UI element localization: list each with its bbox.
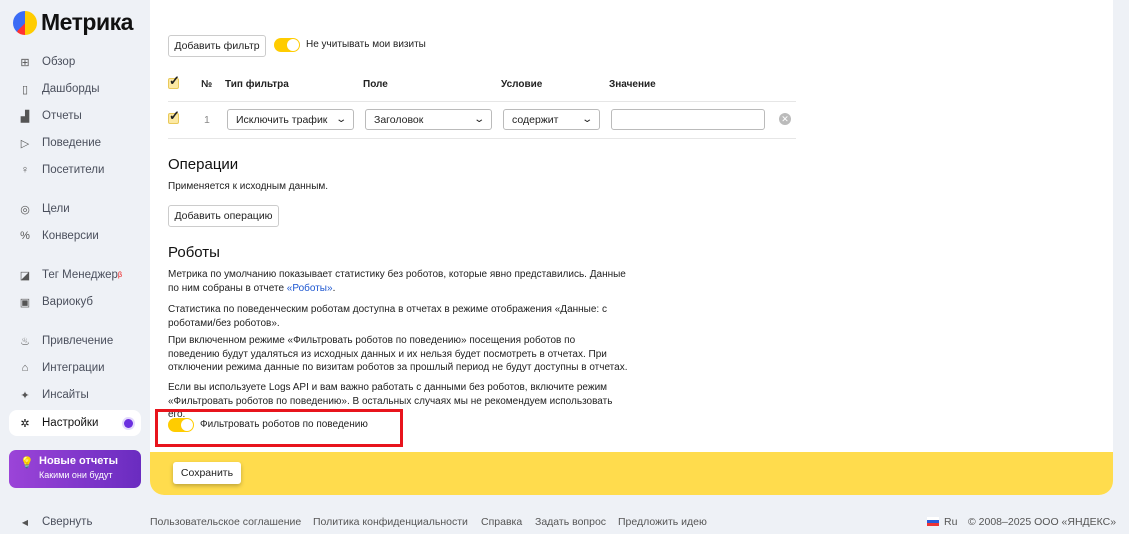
condition-value: содержит <box>512 113 559 126</box>
caret-left-icon: ◀ <box>21 517 29 527</box>
bar-chart-icon: ▟ <box>20 110 30 123</box>
chevron-down-icon: ⌄ <box>334 114 347 125</box>
logo-text: Метрика <box>41 9 133 35</box>
column-header-num: № <box>201 79 213 90</box>
robots-report-link[interactable]: «Роботы» <box>287 283 333 294</box>
column-header-field: Поле <box>363 79 388 90</box>
filter-robots-toggle[interactable] <box>168 418 194 432</box>
column-header-type: Тип фильтра <box>225 79 289 90</box>
sidebar-item-label: Дашборды <box>42 83 100 95</box>
sidebar-item-label: Посетители <box>42 164 105 176</box>
sidebar-item-label: Вариокуб <box>42 296 93 308</box>
metrika-logo-icon <box>13 10 37 35</box>
ignore-my-visits-label: Не учитывать мои визиты <box>306 39 426 50</box>
sidebar-item-conversions[interactable]: % Конверсии <box>9 224 141 248</box>
sidebar-item-integrations[interactable]: ⌂ Интеграции <box>9 356 141 380</box>
sidebar-item-reports[interactable]: ▟ Отчеты <box>9 104 141 128</box>
lightbulb-icon: 💡 <box>20 457 34 469</box>
dashboards-icon: ▯ <box>21 83 29 96</box>
variocube-icon: ▣ <box>19 296 31 309</box>
sidebar-item-label: Конверсии <box>42 230 99 242</box>
russia-flag-icon <box>927 517 939 526</box>
remove-filter-icon[interactable]: ✕ <box>779 113 791 125</box>
filter-type-value: Исключить трафик <box>236 113 328 126</box>
new-reports-promo[interactable]: 💡 Новые отчеты Какими они будут <box>9 450 141 488</box>
gear-icon: ✲ <box>20 417 30 430</box>
sidebar-item-label: Привлечение <box>42 335 114 347</box>
grid-icon: ⊞ <box>20 56 30 69</box>
save-bar: Сохранить <box>150 452 1113 495</box>
footer-link-privacy[interactable]: Политика конфиденциальности <box>313 516 468 528</box>
promo-title: Новые отчеты <box>39 455 118 467</box>
robots-text: Метрика по умолчанию показывает статисти… <box>168 269 626 294</box>
fire-icon: ♨ <box>20 335 30 348</box>
sidebar-item-label: Поведение <box>42 137 102 149</box>
field-select[interactable]: Заголовок ⌄ <box>365 109 492 130</box>
sidebar: Метрика ⊞ Обзор ▯ Дашборды ▟ Отчеты ▷ Поведе… <box>0 0 150 534</box>
tag-manager-icon: ◪ <box>19 269 31 282</box>
add-operation-button[interactable]: Добавить операцию <box>168 205 279 227</box>
sidebar-item-insights[interactable]: ✦ Инсайты <box>9 383 141 407</box>
condition-select[interactable]: содержит ⌄ <box>503 109 600 130</box>
notification-dot <box>124 418 133 428</box>
sidebar-item-goals[interactable]: ◎ Цели <box>9 197 141 221</box>
user-icon: ♀ <box>20 164 30 176</box>
filter-robots-label: Фильтровать роботов по поведению <box>200 419 368 430</box>
ignore-my-visits-toggle[interactable] <box>274 38 300 52</box>
divider <box>168 138 796 139</box>
sidebar-item-visitors[interactable]: ♀ Посетители <box>9 158 141 182</box>
sidebar-item-variocube[interactable]: ▣ Вариокуб <box>9 290 141 314</box>
sidebar-item-label: Инсайты <box>42 389 89 401</box>
sidebar-item-acquisition[interactable]: ♨ Привлечение <box>9 329 141 353</box>
promo-subtitle: Какими они будут <box>39 470 113 480</box>
footer-link-help[interactable]: Справка <box>481 516 522 528</box>
footer-link-suggest[interactable]: Предложить идею <box>618 516 707 528</box>
select-all-checkbox[interactable] <box>168 73 180 89</box>
target-icon: ◎ <box>20 203 30 216</box>
sidebar-item-label: Интеграции <box>42 362 105 374</box>
sidebar-item-label: Обзор <box>42 56 76 68</box>
divider <box>168 101 796 102</box>
robots-paragraph-1: Метрика по умолчанию показывает статисти… <box>168 268 628 295</box>
chevron-down-icon: ⌄ <box>472 114 485 125</box>
copyright: © 2008–2025 ООО «ЯНДЕКС» <box>968 516 1117 528</box>
sidebar-item-behavior[interactable]: ▷ Поведение <box>9 131 141 155</box>
value-input[interactable] <box>611 109 765 130</box>
robots-paragraph-2: Статистика по поведенческим роботам дост… <box>168 304 607 329</box>
robots-text-end: . <box>332 282 336 294</box>
sidebar-item-label: Настройки <box>42 417 99 429</box>
row-checkbox[interactable] <box>168 108 180 124</box>
puzzle-icon: ⌂ <box>21 362 29 374</box>
play-icon: ▷ <box>20 137 30 150</box>
sidebar-item-dashboards[interactable]: ▯ Дашборды <box>9 77 141 101</box>
collapse-label: Свернуть <box>42 516 93 528</box>
operations-heading: Операции <box>168 156 239 173</box>
sparkle-icon: ✦ <box>20 389 30 402</box>
footer-link-terms[interactable]: Пользовательское соглашение <box>150 516 301 528</box>
sidebar-item-settings[interactable]: ✲ Настройки <box>9 410 141 436</box>
field-value: Заголовок <box>374 113 424 126</box>
add-filter-button[interactable]: Добавить фильтр <box>168 35 266 57</box>
chevron-down-icon: ⌄ <box>580 114 593 125</box>
sidebar-item-label: Отчеты <box>42 110 82 122</box>
operations-description: Применяется к исходным данным. <box>168 181 329 192</box>
sidebar-item-label: Тег Менеджер <box>42 269 118 281</box>
settings-panel: Добавить фильтр Не учитывать мои визиты … <box>150 0 1113 495</box>
row-number: 1 <box>204 114 210 126</box>
footer-link-ask[interactable]: Задать вопрос <box>535 516 606 528</box>
beta-badge: β <box>117 271 122 279</box>
column-header-condition: Условие <box>501 79 543 90</box>
robots-paragraph-3: При включенном режиме «Фильтровать робот… <box>168 335 628 373</box>
collapse-button[interactable]: ◀ Свернуть <box>9 510 141 534</box>
sidebar-item-tag-manager[interactable]: ◪ Тег Менеджер β <box>9 263 141 287</box>
percent-icon: % <box>20 230 30 242</box>
column-header-value: Значение <box>609 79 656 90</box>
robots-heading: Роботы <box>168 244 220 261</box>
filter-type-select[interactable]: Исключить трафик ⌄ <box>227 109 354 130</box>
language-switcher[interactable]: Ru <box>944 516 957 528</box>
logo[interactable]: Метрика <box>13 9 133 36</box>
sidebar-item-label: Цели <box>42 203 70 215</box>
save-button[interactable]: Сохранить <box>173 462 241 484</box>
sidebar-item-overview[interactable]: ⊞ Обзор <box>9 50 141 74</box>
